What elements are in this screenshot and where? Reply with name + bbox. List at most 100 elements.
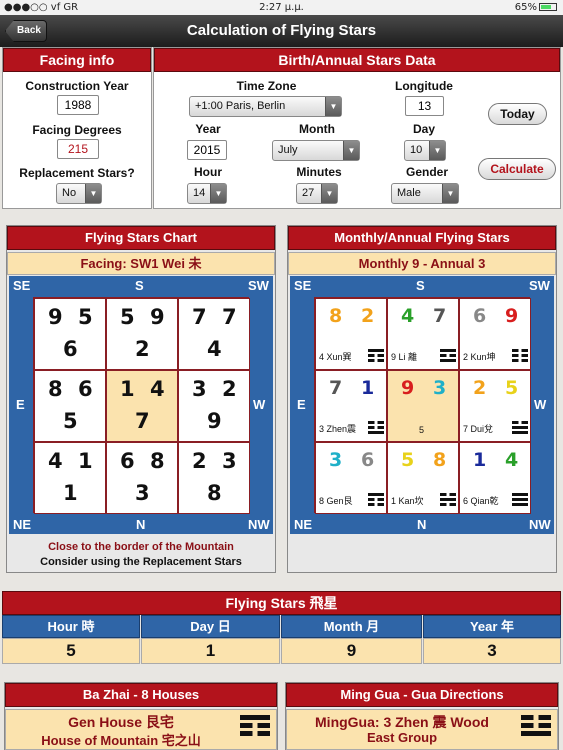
chart-cell: 683: [106, 442, 178, 514]
day-value: 10: [410, 144, 423, 156]
gender-select[interactable]: Male ▼: [391, 183, 459, 204]
monthly-stars-grid: 824 Xun巽 4 7 9 Li 離692 Kun坤 7 1 3 Zhen震 9 3 5 2 5 7 …: [314, 297, 531, 514]
battery-icon: [539, 3, 557, 11]
birth-annual-panel: Birth/Annual Stars Data Time Zone +1:00 …: [153, 47, 561, 209]
base-star: 5: [63, 409, 78, 433]
timezone-select[interactable]: +1:00 Paris, Berlin ▼: [189, 96, 342, 117]
hour-value: 14: [193, 187, 206, 199]
monthly-compass-frame: SE S SW E W NE N NW 824 Xun巽 4 7 9 Li 離692 …: [290, 276, 554, 534]
chevron-down-icon: ▼: [429, 141, 445, 160]
replacement-stars-select[interactable]: No ▼: [56, 183, 102, 204]
base-star: 3: [135, 481, 150, 505]
base-star: 7: [135, 409, 150, 433]
dir-se: SE: [294, 278, 312, 293]
facing-degrees-input[interactable]: 215: [57, 139, 99, 159]
timezone-label: Time Zone: [236, 79, 297, 93]
base-star: 4: [207, 337, 222, 361]
mountain-star: 2: [192, 449, 207, 473]
monthly-star: 8: [329, 305, 343, 327]
longitude-input[interactable]: 13: [405, 96, 444, 116]
monthly-star: 7: [329, 377, 343, 399]
flying-stars-col-header: Hour 時: [2, 615, 140, 638]
dir-sw: SW: [248, 278, 269, 293]
flying-stars-col-header: Day 日: [141, 615, 280, 638]
trigram-label: 6 Qian乾: [463, 496, 499, 506]
ming-gua-info: MingGua: 3 Zhen 震 Wood East Group: [286, 709, 558, 750]
annual-star: 7: [433, 305, 447, 327]
chart-header: Flying Stars Chart: [7, 226, 275, 250]
base-star: 6: [63, 337, 78, 361]
flying-stars-grid: 956592774865147329411683238: [33, 297, 250, 514]
dir-s: S: [135, 278, 144, 293]
dir-nw: NW: [248, 517, 270, 532]
chevron-down-icon: ▼: [210, 184, 226, 203]
dir-nw: NW: [529, 517, 551, 532]
mountain-star: 3: [192, 377, 207, 401]
trigram-icon: [512, 493, 528, 508]
ming-gua-header: Ming Gua - Gua Directions: [286, 683, 558, 707]
facing-info-panel: Facing info Construction Year 1988 Facin…: [2, 47, 152, 209]
chevron-down-icon: ▼: [85, 184, 101, 203]
dir-ne: NE: [13, 517, 32, 532]
monthly-star: 9: [401, 377, 415, 399]
today-button[interactable]: Today: [488, 103, 547, 125]
chart-cell: 865: [34, 370, 106, 442]
month-select[interactable]: July ▼: [272, 140, 360, 161]
ba-zhai-info: Gen House 艮宅 House of Mountain 宅之山: [5, 709, 277, 750]
water-star: 3: [222, 449, 237, 473]
base-star: 1: [63, 481, 78, 505]
chevron-down-icon: ▼: [343, 141, 359, 160]
warning-note: Close to the border of the Mountain: [48, 541, 234, 553]
gender-value: Male: [397, 187, 421, 199]
dir-n: N: [136, 517, 146, 532]
minutes-select[interactable]: 27 ▼: [296, 183, 338, 204]
dir-e: E: [16, 397, 25, 412]
mountain-star: 4: [48, 449, 63, 473]
base-star: 2: [135, 337, 150, 361]
trigram-icon: [512, 349, 528, 364]
chart-cell: 238: [178, 442, 250, 514]
minutes-label: Minutes: [296, 165, 342, 179]
construction-year-input[interactable]: 1988: [57, 95, 99, 115]
ba-zhai-house: Gen House 艮宅: [68, 714, 174, 730]
water-star: 6: [78, 377, 93, 401]
trigram-icon: [440, 493, 456, 508]
year-input[interactable]: 2015: [187, 140, 227, 160]
mountain-star: 8: [48, 377, 63, 401]
chart-cell: 956: [34, 298, 106, 370]
monthly-cell: 71 3 Zhen震: [315, 370, 387, 442]
clock: 2:27 μ.μ.: [259, 2, 304, 13]
monthly-annual-subtitle: Monthly 9 - Annual 3: [288, 252, 556, 275]
monthly-header: Monthly/Annual Flying Stars: [288, 226, 556, 250]
monthly-star: 2: [473, 377, 487, 399]
day-select[interactable]: 10 ▼: [404, 140, 446, 161]
calculate-button[interactable]: Calculate: [478, 158, 556, 180]
trigram-icon: [368, 349, 384, 364]
flying-stars-col-header: Month 月: [281, 615, 422, 638]
flying-stars-chart-panel: Flying Stars Chart Facing: SW1 Wei 未 SE …: [6, 225, 276, 573]
mountain-star: 9: [48, 305, 63, 329]
dir-w: W: [534, 397, 547, 412]
chart-cell: 329: [178, 370, 250, 442]
ming-gua-panel: Ming Gua - Gua Directions MingGua: 3 Zhe…: [285, 682, 559, 750]
annual-star: 3: [433, 377, 447, 399]
chart-compass-frame: SE S SW E W NE N NW 95659277486514732941…: [9, 276, 273, 534]
gender-label: Gender: [405, 165, 448, 179]
ba-zhai-mountain: House of Mountain 宅之山: [41, 733, 201, 748]
monthly-cell: 69 2 Kun坤: [459, 298, 531, 370]
ming-gua-group: East Group: [366, 730, 438, 745]
ming-gua-value: MingGua: 3 Zhen 震 Wood: [315, 714, 489, 730]
hour-select[interactable]: 14 ▼: [187, 183, 227, 204]
birth-annual-header: Birth/Annual Stars Data: [154, 48, 560, 72]
water-star: 2: [222, 377, 237, 401]
annual-star: 8: [433, 449, 447, 471]
facing-info-header: Facing info: [3, 48, 151, 72]
status-bar: ●●●○○ vf GR 2:27 μ.μ. 65%: [0, 0, 563, 15]
monthly-star: 4: [401, 305, 415, 327]
dir-w: W: [253, 397, 266, 412]
trigram-label: 2 Kun坤: [463, 352, 496, 362]
annual-star: 4: [505, 449, 519, 471]
monthly-annual-panel: Monthly/Annual Flying Stars Monthly 9 - …: [287, 225, 557, 573]
month-label: Month: [299, 122, 335, 136]
facing-direction: Facing: SW1 Wei 未: [7, 252, 275, 275]
